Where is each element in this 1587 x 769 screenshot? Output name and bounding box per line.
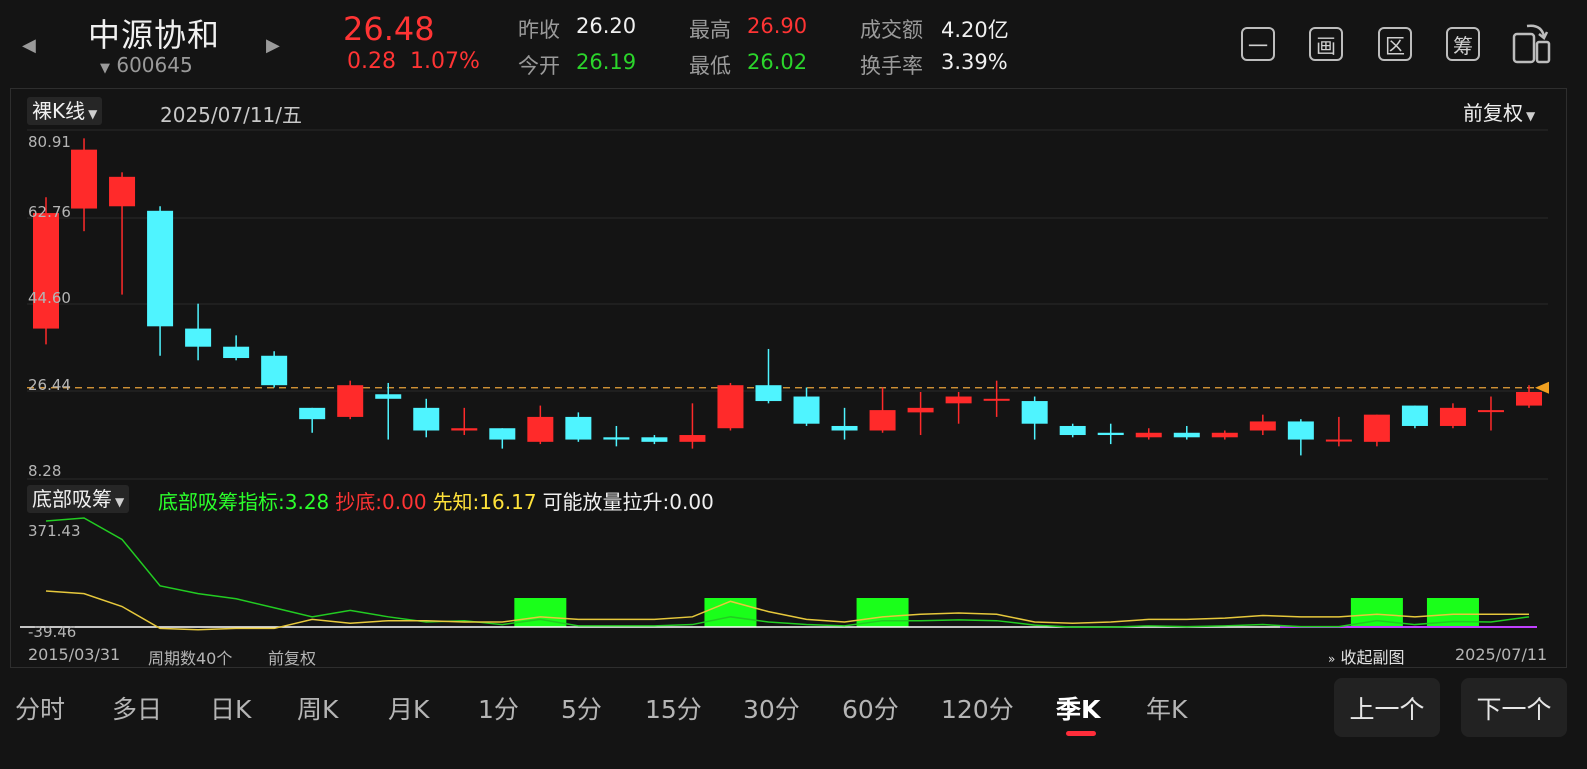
double-chevron-icon: » <box>1328 652 1336 666</box>
footer-adjust: 前复权 <box>268 649 317 668</box>
tab-11[interactable]: 季K <box>1056 690 1100 726</box>
tab-3[interactable]: 周K <box>297 690 338 726</box>
start-date: 2015/03/31 <box>28 645 121 664</box>
collapse-subchart-label: 收起副图 <box>1340 648 1405 667</box>
indicator-y-bottom: -39.46 <box>28 623 76 641</box>
collapse-subchart-button[interactable]: » 收起副图 <box>1328 644 1404 668</box>
tab-4[interactable]: 月K <box>388 690 429 726</box>
tab-9[interactable]: 60分 <box>842 690 899 726</box>
tab-12[interactable]: 年K <box>1146 690 1187 726</box>
next-button[interactable]: 下一个 <box>1461 678 1567 737</box>
prev-button[interactable]: 上一个 <box>1334 678 1440 737</box>
indicator-y-top: 371.43 <box>28 522 81 540</box>
tab-1[interactable]: 多日 <box>112 690 162 726</box>
green-indicator-line <box>45 517 1530 628</box>
end-date: 2025/07/11 <box>1455 645 1548 664</box>
tab-0[interactable]: 分时 <box>15 690 65 726</box>
tab-8[interactable]: 30分 <box>743 690 800 726</box>
active-tab-indicator <box>1066 731 1096 736</box>
tab-2[interactable]: 日K <box>210 690 251 726</box>
period-tabs: 分时 多日 日K 周K 月K 1分 5分 15分 30分 60分 120分 季K 年K <box>0 687 1320 727</box>
tab-6[interactable]: 5分 <box>561 690 602 726</box>
tab-5[interactable]: 1分 <box>478 690 519 726</box>
tab-10[interactable]: 120分 <box>941 690 1014 726</box>
tab-7[interactable]: 15分 <box>645 690 702 726</box>
signal-bar <box>704 598 757 627</box>
period-count: 周期数40个 <box>148 649 233 668</box>
